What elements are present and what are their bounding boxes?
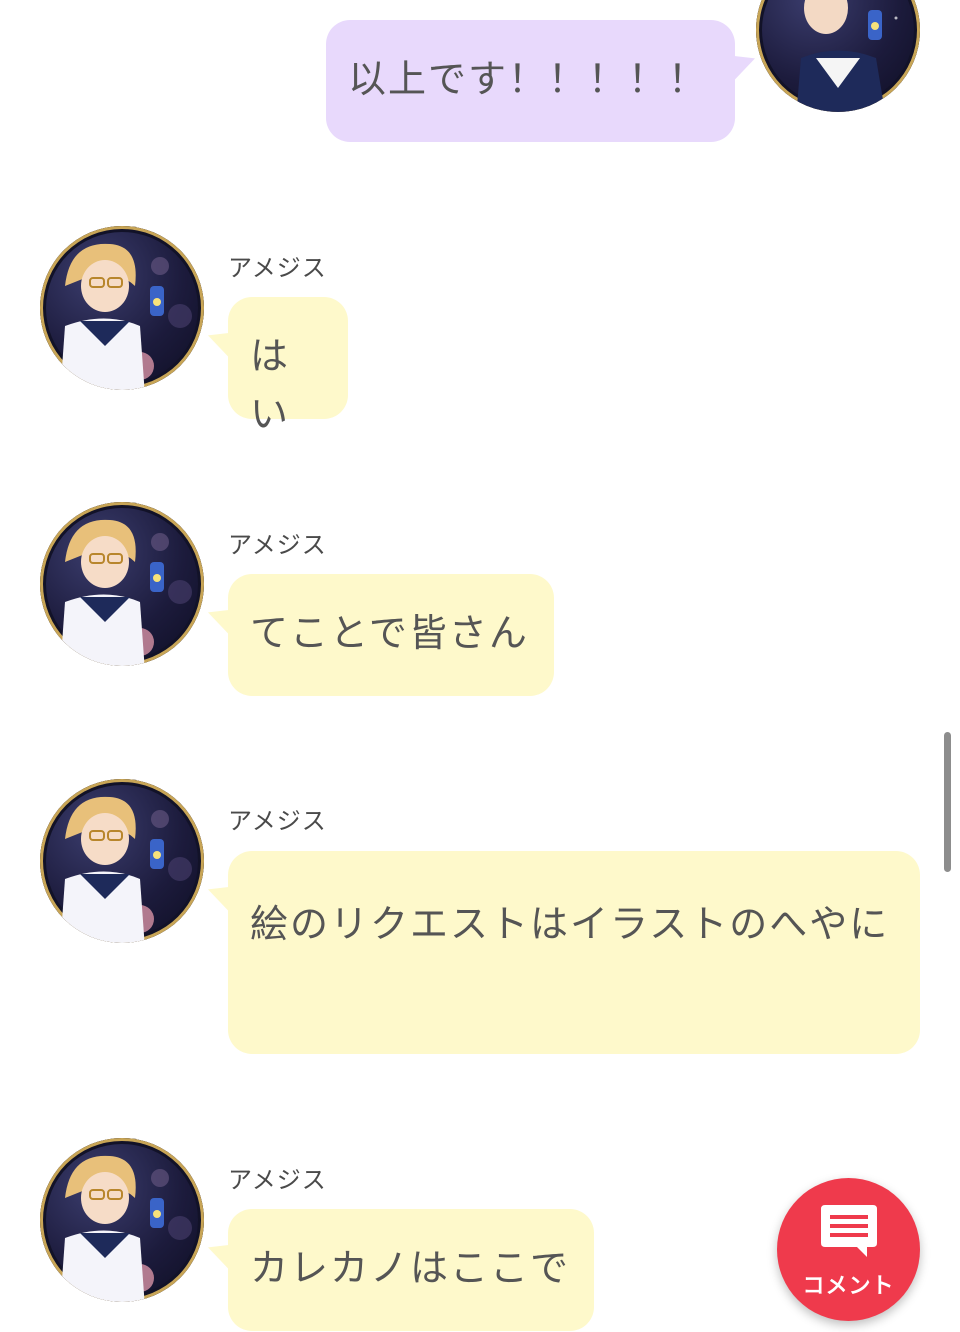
sender-avatar[interactable] [40,226,204,390]
sender-avatar[interactable] [40,779,204,943]
sender-name: アメジス [228,254,327,282]
message-bubble: カレカノはここで [228,1209,594,1331]
message-text: はい [250,334,291,436]
message-bubble: 絵のリクエストはイラストのへやに [228,851,920,1054]
scrollbar-thumb[interactable] [944,732,951,872]
avatar-image [796,0,898,112]
avatar-image [60,243,192,390]
sender-name: アメジス [228,807,327,835]
comment-icon [821,1205,877,1257]
comment-button[interactable]: コメント [777,1178,920,1321]
comment-button-label: コメント [802,1274,895,1299]
avatar-image [60,1155,192,1302]
message-text: 絵のリクエストはイラストのへやに [250,902,890,946]
avatar-image [60,796,192,943]
message-text: てことで皆さん [250,611,529,655]
outgoing-message-bubble: 以上です！！！！！ [326,20,735,142]
own-avatar[interactable] [756,0,920,112]
sender-avatar[interactable] [40,1138,204,1302]
sender-name: アメジス [228,1166,327,1194]
message-bubble: はい [228,297,348,436]
message-text: 以上です！！！！！ [348,57,709,101]
sender-name: アメジス [228,531,327,559]
avatar-image [60,519,192,666]
message-text: カレカノはここで [250,1246,571,1290]
message-bubble: てことで皆さん [228,574,554,696]
sender-avatar[interactable] [40,502,204,666]
